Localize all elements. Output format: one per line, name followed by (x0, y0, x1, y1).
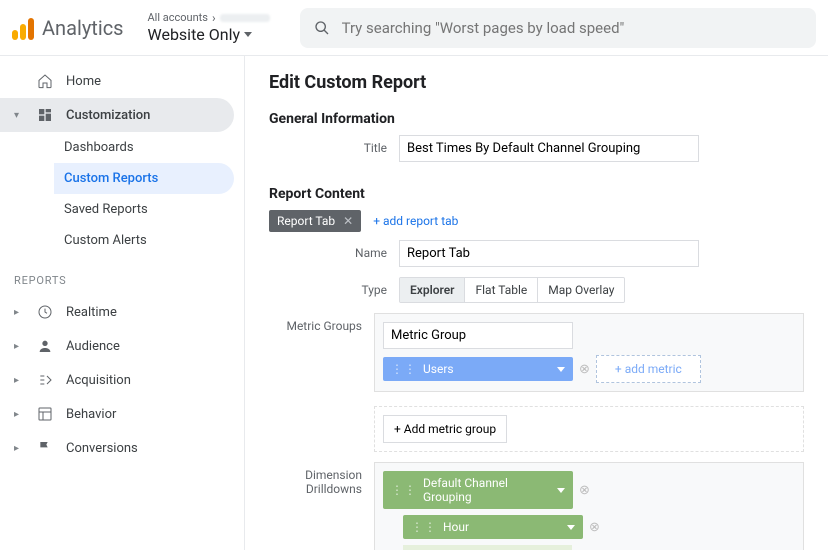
add-dimension-button[interactable]: + add dimension (403, 545, 572, 550)
name-label: Name (269, 240, 399, 260)
app-header: Analytics All accounts › Website Only (0, 0, 828, 56)
nav-home[interactable]: Home (0, 64, 234, 98)
app-logo: Analytics (12, 16, 124, 40)
person-icon (37, 338, 53, 354)
type-toggle: Explorer Flat Table Map Overlay (399, 277, 625, 303)
reports-section-label: REPORTS (0, 256, 244, 295)
dimension-chip-hour[interactable]: ⋮⋮ Hour (403, 515, 583, 539)
nav-behavior[interactable]: Behavior (0, 397, 234, 431)
remove-dimension-icon[interactable]: ⊗ (589, 520, 600, 535)
caret-down-icon (557, 367, 565, 372)
analytics-logo-icon (12, 16, 36, 40)
chevron-right-icon (14, 409, 24, 420)
subnav-custom-reports[interactable]: Custom Reports (54, 163, 234, 194)
nav-conversions[interactable]: Conversions (0, 431, 234, 465)
nav-realtime[interactable]: Realtime (0, 295, 234, 329)
general-info-heading: General Information (269, 111, 804, 127)
metric-group-name-input[interactable] (383, 322, 573, 349)
search-input[interactable] (342, 19, 802, 37)
search-icon (314, 20, 330, 36)
caret-down-icon (557, 488, 565, 493)
behavior-icon (37, 406, 53, 422)
dimension-box: ⋮⋮ Default Channel Grouping ⊗ ⋮⋮ Hour ⊗ (374, 462, 804, 550)
sidebar: Home Customization Dashboards Custom Rep… (0, 56, 245, 550)
caret-down-icon (244, 32, 252, 37)
dimension-drilldowns-label: Dimension Drilldowns (269, 462, 374, 496)
metric-groups-label: Metric Groups (269, 313, 374, 333)
nav-acquisition[interactable]: Acquisition (0, 363, 234, 397)
title-input[interactable] (399, 135, 699, 162)
add-report-tab-link[interactable]: + add report tab (373, 214, 458, 228)
chevron-right-icon (14, 307, 24, 318)
report-tab-pill[interactable]: Report Tab ✕ (269, 210, 361, 232)
subnav-saved-reports[interactable]: Saved Reports (54, 194, 234, 225)
flag-icon (37, 440, 53, 456)
dashboard-icon (37, 107, 53, 123)
add-metric-group-button[interactable]: + Add metric group (383, 415, 507, 443)
add-metric-button[interactable]: + add metric (596, 355, 701, 383)
main-content: Edit Custom Report General Information T… (245, 56, 828, 550)
chevron-down-icon (14, 110, 24, 121)
drag-icon: ⋮⋮ (411, 520, 437, 534)
type-flat-table[interactable]: Flat Table (465, 278, 538, 302)
nav-audience[interactable]: Audience (0, 329, 234, 363)
caret-down-icon (567, 525, 575, 530)
home-icon (37, 73, 53, 89)
account-picker[interactable]: All accounts › Website Only (148, 11, 270, 45)
remove-dimension-icon[interactable]: ⊗ (579, 483, 590, 498)
metric-group-box: ⋮⋮ Users ⊗ + add metric (374, 313, 804, 392)
property-name: Website Only (148, 25, 241, 44)
report-content-heading: Report Content (269, 186, 804, 202)
subnav-dashboards[interactable]: Dashboards (54, 132, 234, 163)
customization-subnav: Dashboards Custom Reports Saved Reports … (0, 132, 244, 256)
close-icon[interactable]: ✕ (343, 214, 353, 228)
title-label: Title (269, 135, 399, 155)
subnav-custom-alerts[interactable]: Custom Alerts (54, 225, 234, 256)
name-input[interactable] (399, 240, 699, 267)
chevron-right-icon: › (212, 11, 216, 25)
chevron-right-icon (14, 375, 24, 386)
drag-icon: ⋮⋮ (391, 483, 417, 497)
type-explorer[interactable]: Explorer (400, 278, 465, 302)
page-title: Edit Custom Report (269, 72, 804, 93)
acquisition-icon (37, 372, 53, 388)
metric-chip-users[interactable]: ⋮⋮ Users (383, 357, 573, 381)
type-label: Type (269, 277, 399, 297)
chevron-right-icon (14, 341, 24, 352)
clock-icon (37, 304, 53, 320)
type-map-overlay[interactable]: Map Overlay (538, 278, 624, 302)
dimension-chip-channel[interactable]: ⋮⋮ Default Channel Grouping (383, 471, 573, 509)
redacted-account (220, 14, 270, 22)
drag-icon: ⋮⋮ (391, 362, 417, 376)
search-bar[interactable] (300, 8, 816, 48)
app-name: Analytics (42, 16, 124, 40)
nav-customization[interactable]: Customization (0, 98, 234, 132)
remove-metric-icon[interactable]: ⊗ (579, 362, 590, 377)
chevron-right-icon (14, 443, 24, 454)
account-line: All accounts (148, 11, 208, 24)
